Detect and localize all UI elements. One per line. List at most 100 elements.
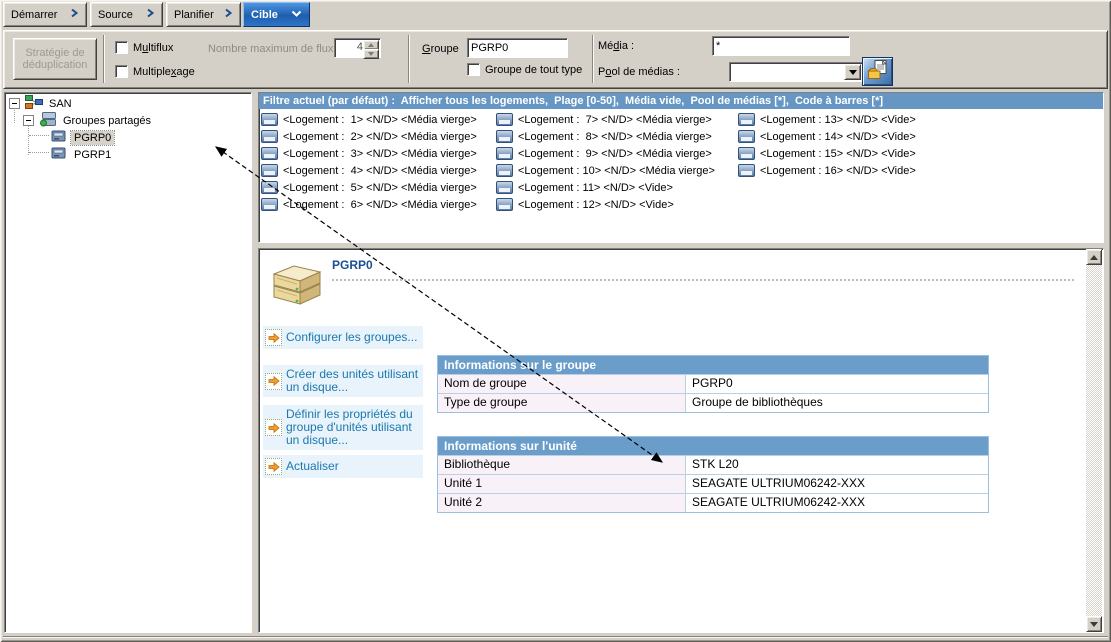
tape-cartridge-icon	[261, 181, 278, 194]
spinner-down-button[interactable]	[363, 49, 379, 59]
slot-item[interactable]: <Logement : 10> <N/D> <Média vierge>	[496, 163, 715, 178]
table-header: Informations sur l'unité	[438, 437, 988, 455]
slot-label: <Logement : 14> <N/D> <Vide>	[760, 131, 916, 143]
tree-node-label: Groupes partagés	[60, 114, 154, 128]
tab-source[interactable]: Source	[90, 2, 163, 27]
slot-item[interactable]: <Logement : 7> <N/D> <Média vierge>	[496, 112, 712, 127]
tape-cartridge-icon	[261, 147, 278, 160]
link-creer-unites[interactable]: Créer des unités utilisant un disque...	[263, 365, 423, 397]
row-value: PGRP0	[686, 374, 988, 393]
row-value: STK L20	[686, 455, 988, 474]
tape-cartridge-icon	[261, 164, 278, 177]
slot-item[interactable]: <Logement : 9> <N/D> <Média vierge>	[496, 146, 712, 161]
row-label: Bibliothèque	[438, 455, 686, 474]
slot-label: <Logement : 10> <N/D> <Média vierge>	[518, 165, 715, 177]
filter-bar: Filtre actuel (par défaut) : Afficher to…	[259, 93, 1103, 109]
pool-medias-combobox[interactable]	[729, 62, 863, 82]
slot-item[interactable]: <Logement : 12> <N/D> <Vide>	[496, 197, 674, 212]
title-separator	[332, 279, 1074, 281]
shared-groups-icon	[39, 112, 57, 130]
table-row: Bibliothèque STK L20	[438, 455, 988, 474]
tab-label: Planifier	[174, 9, 214, 21]
row-value: Groupe de bibliothèques	[686, 393, 988, 412]
tape-cartridge-icon	[738, 147, 755, 160]
slot-item[interactable]: <Logement : 14> <N/D> <Vide>	[738, 129, 916, 144]
scroll-up-icon	[1090, 255, 1098, 260]
orange-arrow-icon	[265, 373, 282, 390]
slot-item[interactable]: <Logement : 3> <N/D> <Média vierge>	[261, 146, 477, 161]
groupe-input[interactable]	[467, 38, 568, 58]
slot-label: <Logement : 15> <N/D> <Vide>	[760, 148, 916, 160]
tape-cartridge-icon	[496, 147, 513, 160]
chevron-down-icon	[291, 9, 302, 21]
tab-cible[interactable]: Cible	[243, 2, 310, 27]
tape-cartridge-icon	[738, 113, 755, 126]
tab-label: Cible	[251, 9, 278, 21]
multiplexage-checkbox[interactable]	[115, 65, 128, 78]
media-input[interactable]	[712, 36, 850, 56]
collapse-expander-icon[interactable]	[9, 98, 20, 109]
scroll-up-button[interactable]	[1086, 249, 1102, 265]
media-label: Média :	[598, 40, 634, 52]
slot-item[interactable]: <Logement : 6> <N/D> <Média vierge>	[261, 197, 477, 212]
multiflux-checkbox[interactable]	[115, 41, 128, 54]
slot-label: <Logement : 12> <N/D> <Vide>	[518, 199, 674, 211]
multiplexage-label: Multiplexage	[133, 66, 195, 78]
slot-label: <Logement : 3> <N/D> <Média vierge>	[283, 148, 477, 160]
groupe-tout-type-checkbox[interactable]	[467, 63, 480, 76]
link-label: Actualiser	[286, 460, 339, 473]
slots-panel: Filtre actuel (par défaut) : Afficher to…	[258, 92, 1104, 243]
slot-item[interactable]: <Logement : 16> <N/D> <Vide>	[738, 163, 916, 178]
tab-demarrer[interactable]: Démarrer	[3, 2, 87, 27]
multiflux-label: Multiflux	[133, 42, 173, 54]
tree-node-label: PGRP1	[71, 148, 114, 162]
slot-label: <Logement : 8> <N/D> <Média vierge>	[518, 131, 712, 143]
slot-label: <Logement : 11> <N/D> <Vide>	[518, 182, 673, 194]
slot-label: <Logement : 9> <N/D> <Média vierge>	[518, 148, 712, 160]
details-panel: PGRP0 Configurer les groupes... Créer de…	[258, 248, 1104, 633]
slot-item[interactable]: <Logement : 2> <N/D> <Média vierge>	[261, 129, 477, 144]
tape-cartridge-icon	[738, 130, 755, 143]
slot-item[interactable]: <Logement : 1> <N/D> <Média vierge>	[261, 112, 477, 127]
tree-guide	[29, 135, 49, 136]
collapse-expander-icon[interactable]	[23, 115, 34, 126]
row-label: Unité 1	[438, 474, 686, 493]
scroll-down-button[interactable]	[1086, 616, 1102, 632]
link-configurer-groupes[interactable]: Configurer les groupes...	[263, 326, 423, 349]
view-media-button[interactable]	[862, 57, 893, 86]
slot-label: <Logement : 5> <N/D> <Média vierge>	[283, 182, 477, 194]
tab-planifier[interactable]: Planifier	[166, 2, 241, 27]
tab-label: Démarrer	[11, 9, 57, 21]
max-flux-spinner[interactable]: 4	[334, 38, 381, 58]
slot-item[interactable]: <Logement : 4> <N/D> <Média vierge>	[261, 163, 477, 178]
slot-label: <Logement : 2> <N/D> <Média vierge>	[283, 131, 477, 143]
table-row: Nom de groupe PGRP0	[438, 374, 988, 393]
row-label: Unité 2	[438, 493, 686, 512]
row-label: Nom de groupe	[438, 374, 686, 393]
details-title: PGRP0	[332, 258, 373, 272]
slot-item[interactable]: <Logement : 8> <N/D> <Média vierge>	[496, 129, 712, 144]
slot-item[interactable]: <Logement : 11> <N/D> <Vide>	[496, 180, 673, 195]
slot-item[interactable]: <Logement : 15> <N/D> <Vide>	[738, 146, 916, 161]
link-definir-proprietes[interactable]: Définir les propriétés du groupe d'unité…	[263, 405, 423, 450]
tree-node-san[interactable]: SAN	[9, 96, 75, 111]
orange-arrow-icon	[265, 458, 282, 475]
chevron-right-icon	[224, 8, 233, 21]
tree-node-pgrp0[interactable]: PGRP0	[51, 130, 114, 145]
tape-cartridge-icon	[496, 130, 513, 143]
slot-item[interactable]: <Logement : 5> <N/D> <Média vierge>	[261, 180, 477, 195]
link-actualiser[interactable]: Actualiser	[263, 455, 423, 478]
slot-label: <Logement : 16> <N/D> <Vide>	[760, 165, 916, 177]
tree-node-pgrp1[interactable]: PGRP1	[51, 147, 114, 162]
orange-arrow-icon	[265, 329, 282, 346]
details-scrollbar[interactable]	[1086, 249, 1102, 632]
tree-node-groupes-partages[interactable]: Groupes partagés	[23, 113, 154, 128]
dedup-strategy-button[interactable]: Stratégie de déduplication	[13, 38, 97, 80]
slot-item[interactable]: <Logement : 13> <N/D> <Vide>	[738, 112, 916, 127]
tree-guide	[29, 152, 49, 153]
slot-label: <Logement : 13> <N/D> <Vide>	[760, 114, 916, 126]
device-tree-panel: SAN Groupes partagés PGRP0	[4, 92, 252, 633]
slot-label: <Logement : 1> <N/D> <Média vierge>	[283, 114, 477, 126]
combo-dropdown-button[interactable]	[844, 64, 861, 80]
tree-node-label: SAN	[46, 97, 75, 111]
